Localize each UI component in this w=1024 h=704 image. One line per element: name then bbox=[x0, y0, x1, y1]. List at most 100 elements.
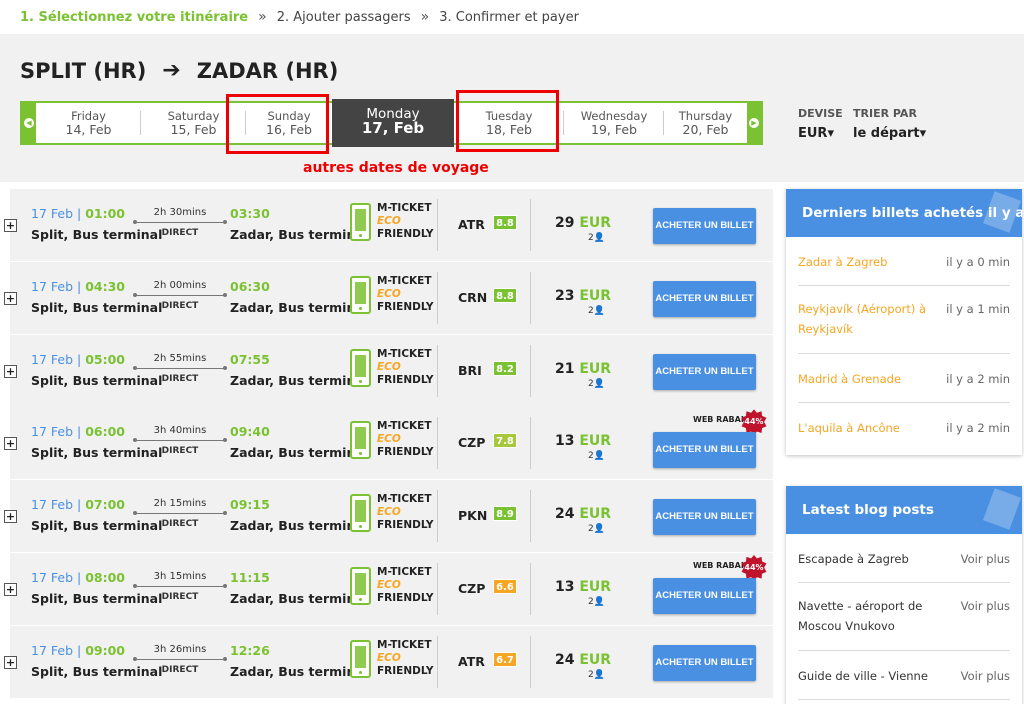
duration-line bbox=[133, 365, 227, 370]
list-item[interactable]: Reykjavík (Aéroport) à Reykjavík il y a … bbox=[798, 286, 1010, 354]
mticket-label: M-TICKET ECO FRIENDLY bbox=[377, 202, 434, 241]
table-row: +17 Feb | 04:30 Split, Bus terminal 2h 00m… bbox=[4, 261, 773, 334]
price: 24 EUR bbox=[555, 506, 611, 522]
date-value: 17, Feb bbox=[361, 119, 425, 137]
buy-ticket-button[interactable]: ACHETER UN BILLET bbox=[653, 432, 756, 469]
departure-time: 06:00 bbox=[85, 424, 125, 440]
duration-line bbox=[133, 584, 227, 588]
rating-badge: 8.9 bbox=[493, 506, 517, 522]
buy-ticket-button[interactable]: ACHETER UN BILLET bbox=[653, 499, 756, 536]
buy-ticket-button[interactable]: ACHETER UN BILLET bbox=[653, 208, 756, 244]
recent-route[interactable]: Zadar à Zagreb bbox=[798, 252, 948, 272]
rating-badge: 8.8 bbox=[493, 215, 517, 230]
price: 13 EUR bbox=[555, 579, 611, 595]
see-more-link[interactable]: Voir plus bbox=[961, 549, 1010, 569]
sort-dropdown[interactable]: le départ▾ bbox=[853, 126, 926, 141]
list-item[interactable]: Guide de ville - Vienne Voir plus bbox=[798, 651, 1010, 700]
currency: EUR bbox=[579, 215, 612, 231]
blog-title[interactable]: Escapade à Zagreb bbox=[798, 549, 948, 569]
recent-route[interactable]: Reykjavík (Aéroport) à Reykjavík bbox=[798, 299, 948, 339]
operator-code: BRI bbox=[458, 362, 482, 378]
date-tab-monday-selected[interactable]: Monday 17, Feb bbox=[332, 99, 454, 147]
divider bbox=[530, 563, 531, 615]
mobile-ticket-icon bbox=[350, 567, 371, 605]
rating-badge: 8.8 bbox=[493, 287, 517, 303]
eco-label: ECO bbox=[377, 651, 401, 664]
mobile-ticket-icon bbox=[350, 639, 371, 678]
duration: 3h 40mins bbox=[153, 425, 207, 437]
operator-code: CZP bbox=[458, 581, 486, 596]
mticket-line1: M-TICKET bbox=[377, 638, 432, 651]
currency-dropdown[interactable]: EUR▾ bbox=[798, 126, 834, 141]
buy-ticket-button[interactable]: ACHETER UN BILLET bbox=[653, 578, 756, 614]
price-value: 24 bbox=[555, 651, 575, 668]
list-item[interactable]: Zadar à Zagreb il y a 0 min bbox=[798, 237, 1010, 286]
next-dates-button[interactable]: ▶ bbox=[747, 103, 761, 143]
departure: 17 Feb | 08:00 bbox=[31, 570, 125, 585]
buy-ticket-button[interactable]: ACHETER UN BILLET bbox=[653, 280, 756, 317]
currency: EUR bbox=[579, 433, 612, 450]
trip-date: 17 Feb bbox=[31, 642, 74, 658]
see-more-link[interactable]: Voir plus bbox=[961, 666, 1010, 686]
table-row: +17 Feb | 07:00 Split, Bus terminal 2h 15m… bbox=[4, 480, 773, 553]
buy-ticket-button[interactable]: ACHETER UN BILLET bbox=[653, 644, 756, 681]
buy-ticket-button[interactable]: ACHETER UN BILLET bbox=[653, 353, 756, 390]
price: 21 EUR bbox=[555, 361, 611, 377]
date-tab-thursday[interactable]: Thursday 20, Feb bbox=[664, 103, 747, 143]
blog-title[interactable]: Navette - aéroport de Moscou Vnukovo bbox=[798, 596, 948, 636]
mticket-line1: M-TICKET bbox=[377, 566, 432, 578]
expand-icon[interactable]: + bbox=[4, 291, 17, 305]
eco-label: ECO bbox=[377, 433, 401, 446]
duration: 3h 26mins bbox=[153, 643, 207, 655]
recent-time: il y a 2 min bbox=[946, 372, 1010, 386]
list-item[interactable]: Navette - aéroport de Moscou Vnukovo Voi… bbox=[798, 583, 1010, 651]
mticket-line1: M-TICKET bbox=[377, 202, 432, 214]
date-tab-friday[interactable]: Friday 14, Feb bbox=[36, 103, 141, 143]
expand-icon[interactable]: + bbox=[4, 364, 17, 378]
arrival-time: 03:30 bbox=[230, 206, 270, 221]
departure: 17 Feb | 01:00 bbox=[31, 206, 125, 221]
route-title: SPLIT (HR) ➔ ZADAR (HR) bbox=[20, 58, 338, 83]
expand-icon[interactable]: + bbox=[4, 655, 17, 669]
price: 24 EUR bbox=[555, 652, 611, 668]
chevron-right-icon: ▶ bbox=[749, 118, 759, 128]
rating-badge: 7.8 bbox=[493, 433, 517, 449]
step-add-passengers[interactable]: 2. Ajouter passagers bbox=[277, 10, 411, 25]
duration-line bbox=[133, 438, 227, 443]
separator: | bbox=[73, 642, 86, 658]
step-confirm-pay[interactable]: 3. Confirmer et payer bbox=[439, 10, 579, 25]
divider bbox=[437, 271, 438, 324]
expand-icon[interactable]: + bbox=[4, 583, 17, 596]
eco-label: ECO bbox=[377, 579, 401, 591]
list-item[interactable]: Madrid à Grenade il y a 2 min bbox=[798, 354, 1010, 403]
duration: 2h 00mins bbox=[153, 279, 207, 291]
blog-panel: Latest blog posts Escapade à Zagreb Voir… bbox=[786, 486, 1022, 704]
step-select-itinerary[interactable]: 1. Sélectionnez votre itinéraire bbox=[20, 10, 248, 25]
arrival-station: Zadar, Bus terminal bbox=[230, 445, 369, 461]
mobile-ticket-icon bbox=[350, 348, 371, 387]
direct-label: DIRECT bbox=[161, 592, 199, 602]
expand-icon[interactable]: + bbox=[4, 437, 17, 451]
duration: 3h 15mins bbox=[153, 571, 207, 582]
list-item[interactable]: Escapade à Zagreb Voir plus bbox=[798, 534, 1010, 583]
mticket-label: M-TICKET ECO FRIENDLY bbox=[377, 348, 434, 387]
mticket-label: M-TICKET ECO FRIENDLY bbox=[377, 275, 434, 314]
mticket-line1: M-TICKET bbox=[377, 347, 432, 360]
passenger-count: 2👤 bbox=[588, 451, 605, 462]
blog-title[interactable]: Guide de ville - Vienne bbox=[798, 666, 948, 686]
recent-route[interactable]: Madrid à Grenade bbox=[798, 369, 948, 389]
see-more-link[interactable]: Voir plus bbox=[961, 596, 1010, 616]
date-day: Friday bbox=[71, 109, 106, 123]
divider bbox=[530, 199, 531, 251]
prev-dates-button[interactable]: ◀ bbox=[22, 103, 36, 143]
recent-route[interactable]: L'aquila à Ancône bbox=[798, 418, 948, 438]
mticket-line3: FRIENDLY bbox=[377, 519, 434, 532]
price: 13 EUR bbox=[555, 433, 611, 449]
expand-icon[interactable]: + bbox=[4, 510, 17, 524]
divider bbox=[530, 344, 531, 397]
expand-icon[interactable]: + bbox=[4, 219, 17, 232]
date-tab-wednesday[interactable]: Wednesday 19, Feb bbox=[564, 103, 664, 143]
currency: EUR bbox=[579, 579, 612, 595]
list-item[interactable]: L'aquila à Ancône il y a 2 min bbox=[798, 403, 1010, 452]
table-row: +17 Feb | 06:00 Split, Bus terminal 3h 40m… bbox=[4, 407, 773, 480]
